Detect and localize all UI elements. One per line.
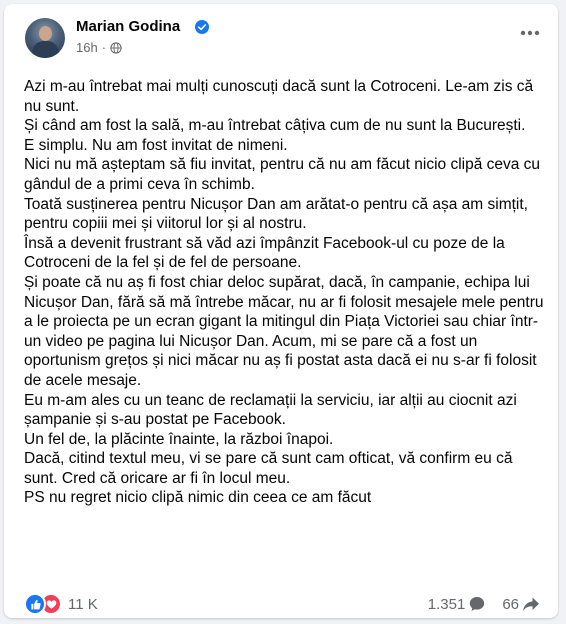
post-paragraph: Azi m-au întrebat mai mulți cunoscuți da… (24, 78, 534, 115)
shares-stat[interactable]: 66 (502, 595, 540, 613)
author-name[interactable]: Marian Godina (76, 18, 180, 35)
post-paragraph: Un fel de, la plăcinte înainte, la războ… (24, 430, 334, 448)
post-text: Azi m-au întrebat mai mulți cunoscuți da… (24, 77, 544, 508)
author-avatar[interactable] (25, 18, 65, 58)
post-card: Marian Godina 16h · Azi m-au întrebat ma… (4, 4, 558, 618)
post-paragraph: Și poate că nu aș fi fost chiar deloc su… (24, 273, 544, 389)
verified-badge-icon (195, 20, 209, 34)
post-meta: 16h · (76, 40, 122, 55)
comment-count[interactable]: 1.351 (428, 596, 466, 613)
avatar-body (32, 41, 59, 58)
meta-separator: · (101, 40, 107, 55)
comment-icon[interactable] (468, 595, 486, 613)
share-count[interactable]: 66 (502, 596, 519, 613)
post-paragraph: E simplu. Nu am fost invitat de nimeni. (24, 136, 288, 154)
post-paragraph: PS nu regret nicio clipă nimic din ceea … (24, 489, 372, 507)
comments-stat[interactable]: 1.351 (428, 595, 487, 613)
post-footer: 11 K 1.351 66 (24, 592, 540, 616)
globe-icon[interactable] (110, 41, 122, 54)
post-paragraph: Însă a devenit frustrant să văd azi împâ… (24, 234, 505, 272)
post-paragraph: Eu m-am ales cu un teanc de reclamații l… (24, 391, 517, 429)
share-icon[interactable] (522, 595, 540, 613)
more-options-icon[interactable] (520, 30, 540, 36)
reaction-count[interactable]: 11 K (68, 596, 98, 613)
post-paragraph: Nici nu mă așteptam să fiu invitat, pent… (24, 156, 541, 193)
avatar-head (39, 26, 52, 41)
post-time[interactable]: 16h (76, 40, 98, 55)
post-paragraph: Toată susținerea pentru Nicușor Dan am a… (24, 195, 528, 233)
post-paragraph: Și când am fost la sală, m-au întrebat c… (24, 117, 526, 135)
like-reaction-icon[interactable] (24, 593, 46, 615)
post-paragraph: Dacă, citind textul meu, vi se pare că s… (24, 450, 513, 487)
